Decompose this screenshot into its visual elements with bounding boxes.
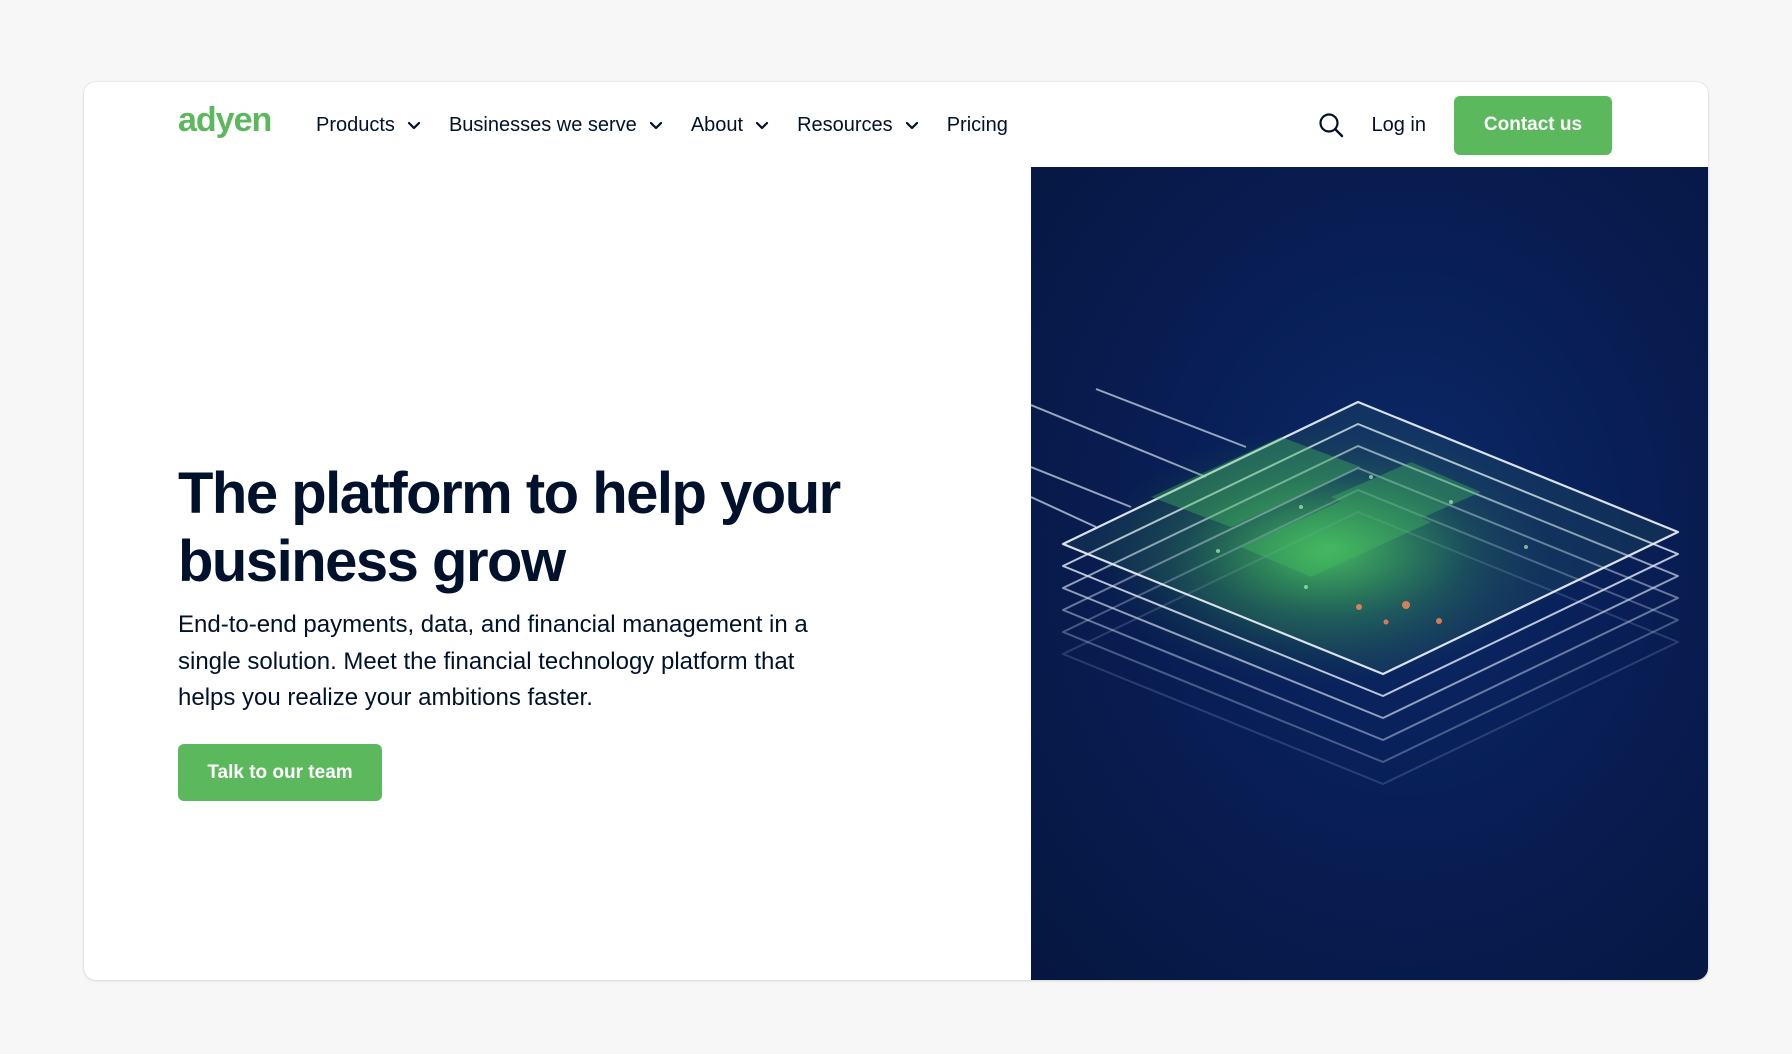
hero-content: The platform to help your business grow … (178, 82, 938, 980)
page-card: adyen Products Businesses we serve About… (84, 82, 1708, 980)
hero-visual (1031, 167, 1708, 980)
search-icon (1318, 113, 1343, 138)
nav-actions: Log in Contact us (1316, 95, 1612, 155)
login-link[interactable]: Log in (1372, 114, 1427, 137)
nav-item-label: Pricing (946, 113, 1008, 136)
hero-subtext: End-to-end payments, data, and financial… (178, 611, 808, 711)
search-button[interactable] (1316, 110, 1346, 140)
platform-layers-illustration (1031, 388, 1680, 785)
hero-headline: The platform to help your business grow (178, 461, 841, 594)
nav-item-pricing[interactable]: Pricing (947, 114, 1008, 137)
contact-us-button[interactable]: Contact us (1454, 95, 1612, 155)
talk-to-team-button[interactable]: Talk to our team (178, 744, 382, 801)
